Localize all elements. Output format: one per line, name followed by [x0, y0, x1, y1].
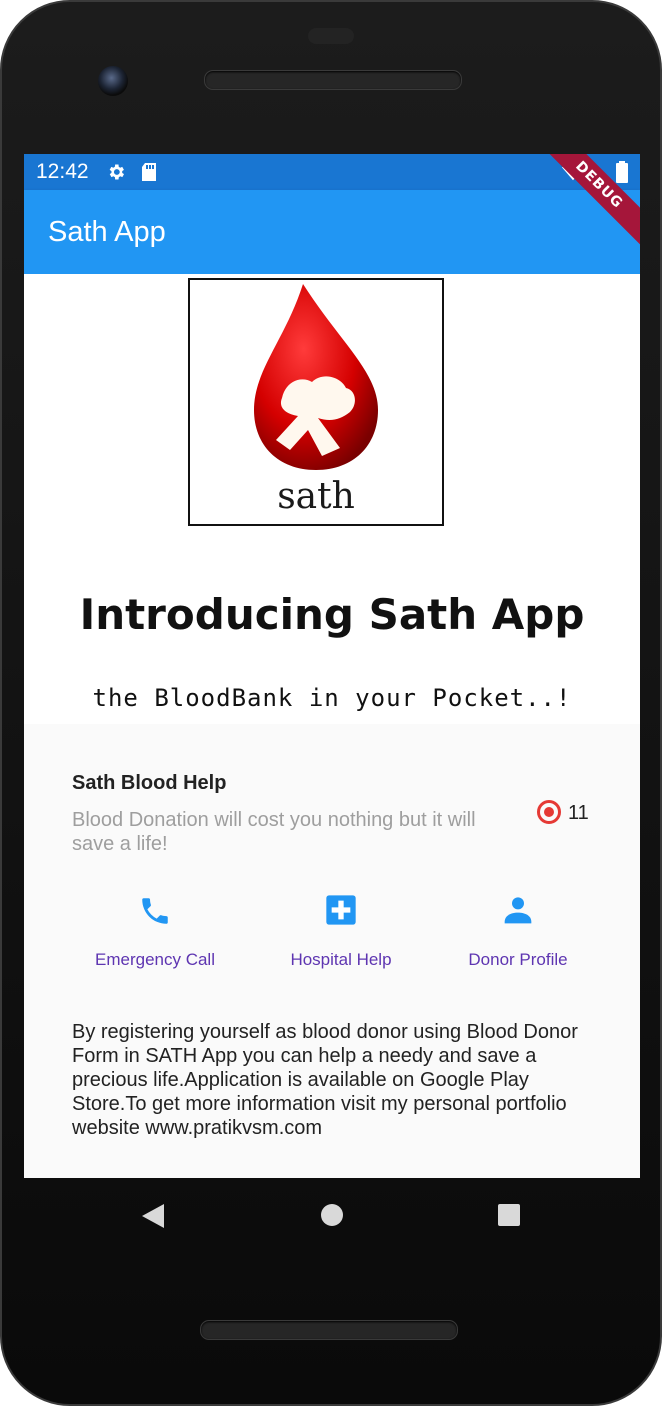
donor-profile-button[interactable]: Donor Profile: [428, 894, 608, 970]
front-camera: [98, 66, 128, 96]
tagline: the BloodBank in your Pocket..!: [92, 684, 572, 712]
donor-profile-label: Donor Profile: [468, 950, 568, 969]
android-nav-bar: [2, 1178, 662, 1258]
app-bar: Sath App: [24, 190, 640, 274]
bottom-speaker: [200, 1320, 458, 1340]
status-time: 12:42: [36, 160, 89, 183]
hospital-plus-icon: [251, 894, 431, 942]
hospital-help-button[interactable]: Hospital Help: [251, 894, 431, 970]
sd-card-icon: [140, 162, 158, 186]
phone-frame: 12:42 Sath App DEBUG sath Introducing Sa…: [0, 0, 662, 1406]
hero-banner: sath Introducing Sath App the BloodBank …: [24, 274, 640, 724]
headline: Introducing Sath App: [79, 590, 585, 639]
app-title: Sath App: [48, 216, 166, 248]
top-speaker: [204, 70, 462, 90]
hospital-help-label: Hospital Help: [290, 950, 392, 969]
earpiece: [308, 28, 354, 44]
battery-icon: [616, 161, 628, 187]
gear-icon: [106, 162, 126, 186]
status-bar: 12:42: [24, 154, 640, 190]
radio-button[interactable]: [537, 800, 561, 824]
screen: 12:42 Sath App DEBUG sath Introducing Sa…: [24, 154, 640, 1178]
card-subtitle: Blood Donation will cost you nothing but…: [72, 809, 476, 855]
sath-logo: sath: [188, 278, 444, 526]
recents-icon[interactable]: [498, 1204, 520, 1226]
person-icon: [428, 894, 608, 942]
emergency-call-button[interactable]: Emergency Call: [65, 894, 245, 970]
logo-word: sath: [277, 476, 355, 517]
card-title: Sath Blood Help: [72, 772, 227, 794]
home-icon[interactable]: [321, 1204, 343, 1226]
phone-icon: [65, 894, 245, 942]
description-text: By registering yourself as blood donor u…: [72, 1021, 578, 1139]
emergency-call-label: Emergency Call: [95, 950, 215, 969]
back-icon[interactable]: [142, 1204, 164, 1232]
favorite-count: 11: [568, 802, 589, 824]
